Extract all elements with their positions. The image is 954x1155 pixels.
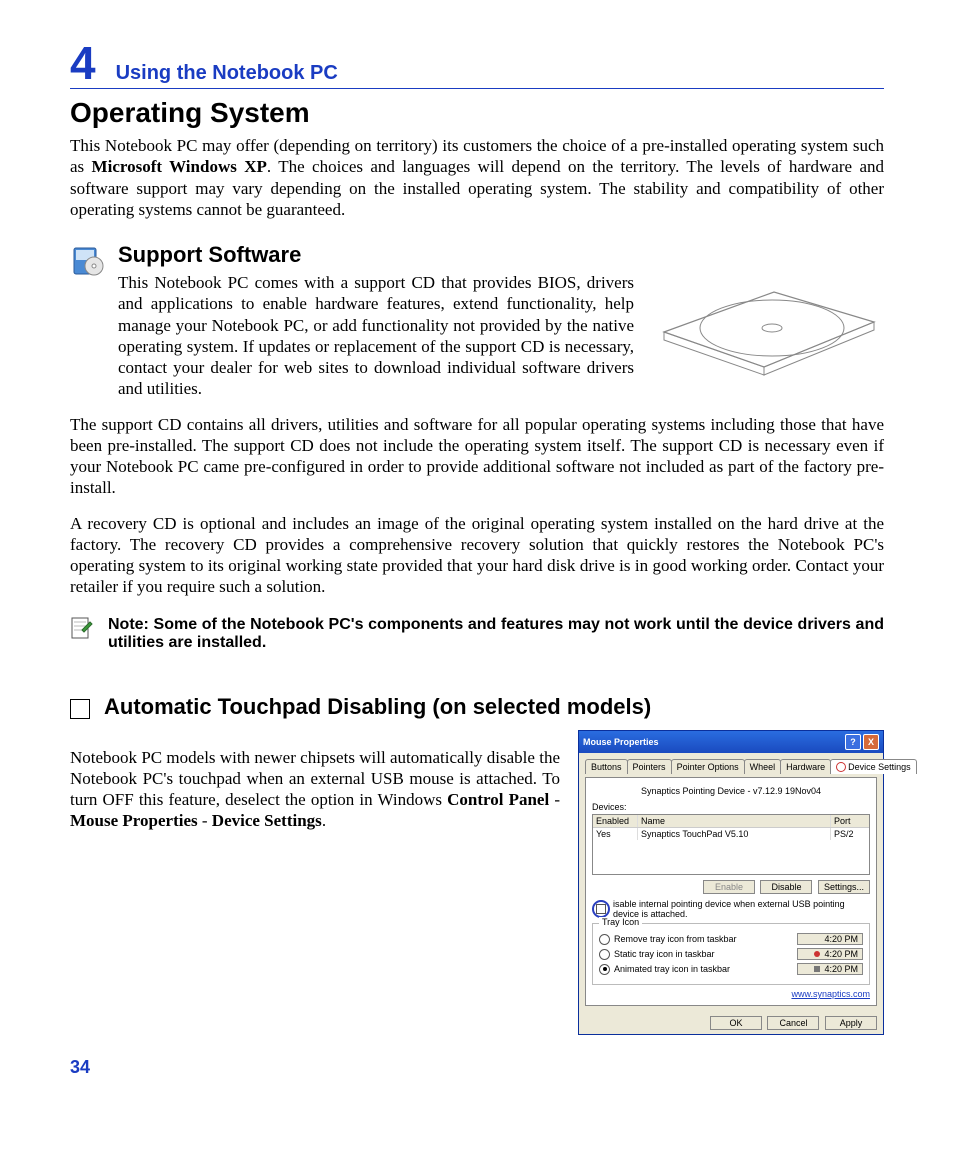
tab-pane: Synaptics Pointing Device - v7.12.9 19No… [585,777,877,1006]
body-paragraph: Notebook PC models with newer chipsets w… [70,747,560,1019]
synaptics-link[interactable]: www.synaptics.com [592,989,870,999]
devices-list[interactable]: Enabled Name Port Yes Synaptics TouchPad… [592,814,870,875]
cd-tray-illustration [654,272,884,387]
tab-hardware[interactable]: Hardware [780,759,831,775]
tray-option-remove[interactable]: Remove tray icon from taskbar 4:20 PM [599,933,863,945]
close-button[interactable]: X [863,734,879,750]
highlight-circle-icon [592,900,610,918]
touchpad-section: Automatic Touchpad Disabling (on selecte… [70,694,884,1036]
radio-button[interactable] [599,949,610,960]
settings-button[interactable]: Settings... [818,880,870,894]
page-number: 34 [70,1057,884,1078]
note-pencil-icon [70,616,94,644]
mouse-properties-dialog: Mouse Properties ? X Buttons Pointers Po… [578,730,884,1036]
device-row[interactable]: Yes Synaptics TouchPad V5.10 PS/2 [593,828,869,840]
software-box-icon [70,242,106,278]
radio-button[interactable] [599,964,610,975]
section-heading: Operating System [70,97,884,129]
taskbar-preview: 4:20 PM [797,948,863,960]
dialog-footer: OK Cancel Apply [579,1012,883,1034]
subsection-heading: Automatic Touchpad Disabling (on selecte… [104,694,651,720]
body-paragraph: A recovery CD is optional and includes a… [70,513,884,598]
cancel-button[interactable]: Cancel [767,1016,819,1030]
col-name: Name [638,815,831,827]
apply-button[interactable]: Apply [825,1016,877,1030]
dialog-title: Mouse Properties [583,737,843,747]
animated-tray-icon [813,965,821,973]
disable-button[interactable]: Disable [760,880,812,894]
body-paragraph: This Notebook PC comes with a support CD… [118,272,634,400]
checkbox[interactable] [596,904,606,914]
manual-page: 4 Using the Notebook PC Operating System… [0,0,954,1108]
ok-button[interactable]: OK [710,1016,762,1030]
col-port: Port [831,815,869,827]
body-paragraph: The support CD contains all drivers, uti… [70,414,884,499]
subsection-heading: Support Software [118,242,884,268]
note-text: Note: Some of the Notebook PC's componen… [108,616,884,652]
group-legend: Tray Icon [599,917,642,927]
tab-buttons[interactable]: Buttons [585,759,628,775]
radio-button[interactable] [599,934,610,945]
tab-pointer-options[interactable]: Pointer Options [671,759,745,775]
static-tray-icon [813,950,821,958]
tray-option-static[interactable]: Static tray icon in taskbar 4:20 PM [599,948,863,960]
chapter-header: 4 Using the Notebook PC [70,40,884,86]
driver-version-label: Synaptics Pointing Device - v7.12.9 19No… [592,786,870,796]
synaptics-icon [836,762,846,772]
disable-internal-checkbox-row[interactable]: isable internal pointing device when ext… [592,899,870,919]
devices-label: Devices: [592,802,870,812]
checkbox-label: isable internal pointing device when ext… [613,899,870,919]
dialog-titlebar[interactable]: Mouse Properties ? X [579,731,883,753]
col-enabled: Enabled [593,815,638,827]
body-paragraph: This Notebook PC may offer (depending on… [70,135,884,220]
tab-pointers[interactable]: Pointers [627,759,672,775]
tab-device-settings[interactable]: Device Settings [830,759,917,775]
tray-icon-group: Tray Icon Remove tray icon from taskbar … [592,923,870,985]
enable-button[interactable]: Enable [703,880,755,894]
taskbar-preview: 4:20 PM [797,963,863,975]
help-button[interactable]: ? [845,734,861,750]
support-software-section: Support Software This Notebook PC comes … [70,242,884,414]
tab-strip: Buttons Pointers Pointer Options Wheel H… [585,759,877,775]
taskbar-preview: 4:20 PM [797,933,863,945]
tray-option-animated[interactable]: Animated tray icon in taskbar 4:20 PM [599,963,863,975]
note-callout: Note: Some of the Notebook PC's componen… [70,616,884,652]
divider [70,88,884,89]
chapter-title: Using the Notebook PC [116,62,338,85]
tab-wheel[interactable]: Wheel [744,759,782,775]
chapter-number: 4 [70,40,96,86]
touchpad-square-icon [70,699,90,719]
